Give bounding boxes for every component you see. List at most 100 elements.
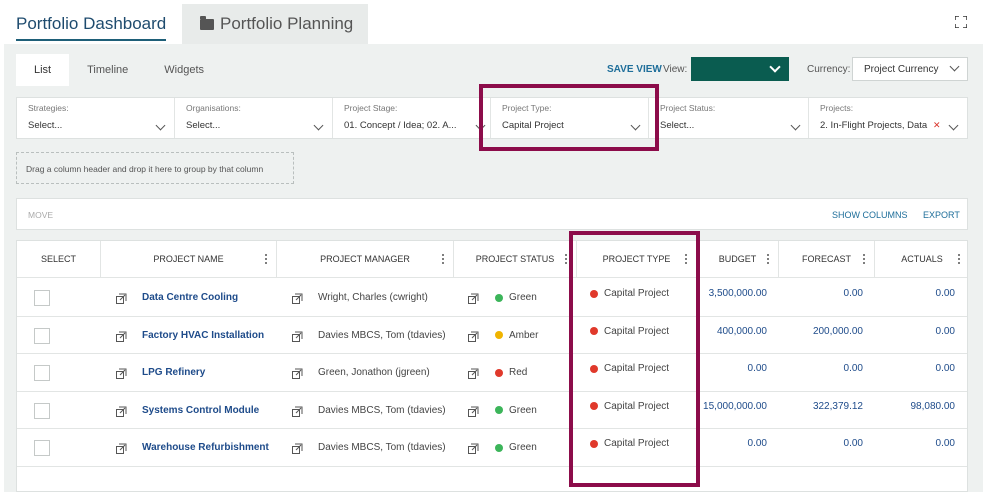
filter-project-type[interactable]: Project Type: Capital Project — [491, 98, 649, 138]
filter-label: Project Stage: — [344, 103, 398, 113]
row-select-checkbox[interactable] — [34, 402, 50, 419]
project-name-link[interactable]: Systems Control Module — [142, 392, 272, 429]
grid-toolbar: MOVE SHOW COLUMNS EXPORT — [16, 198, 968, 230]
subtab-widgets[interactable]: Widgets — [146, 54, 222, 86]
table-row[interactable]: Warehouse Refurbishment Davies MBCS, Tom … — [17, 429, 967, 467]
open-link-icon[interactable] — [115, 367, 127, 379]
project-name-link[interactable]: LPG Refinery — [142, 354, 272, 391]
group-by-drop-zone[interactable]: Drag a column header and drop it here to… — [16, 152, 294, 184]
table-row[interactable]: Data Centre Cooling Wright, Charles (cwri… — [17, 279, 967, 317]
open-link-icon[interactable] — [115, 330, 127, 342]
actuals-cell: 0.00 — [935, 438, 955, 449]
project-status-cell: Green — [495, 429, 575, 466]
row-select-checkbox[interactable] — [34, 327, 50, 344]
subtab-list[interactable]: List — [16, 54, 70, 86]
projects-grid: SELECT PROJECT NAME PROJECT MANAGER PROJ… — [16, 240, 968, 492]
status-dot-icon — [495, 406, 503, 414]
column-menu-icon[interactable] — [565, 254, 567, 264]
project-type-text: Capital Project — [604, 288, 670, 299]
open-link-icon[interactable] — [467, 367, 479, 379]
column-menu-icon[interactable] — [767, 254, 769, 264]
budget-cell: 3,500,000.00 — [708, 288, 767, 299]
open-link-icon[interactable] — [291, 292, 303, 304]
filter-project-status[interactable]: Project Status: Select... — [649, 98, 809, 138]
column-header-project-manager[interactable]: PROJECT MANAGER — [277, 241, 454, 278]
column-menu-icon[interactable] — [863, 254, 865, 264]
move-button[interactable]: MOVE — [28, 210, 53, 220]
open-link-icon[interactable] — [115, 292, 127, 304]
open-link-icon[interactable] — [467, 405, 479, 417]
open-link-icon[interactable] — [291, 405, 303, 417]
open-link-icon[interactable] — [291, 442, 303, 454]
column-header-select[interactable]: SELECT — [17, 241, 101, 278]
column-header-actuals[interactable]: ACTUALS — [875, 241, 967, 278]
row-select-checkbox[interactable] — [34, 290, 50, 306]
filter-projects[interactable]: Projects: 2. In-Flight Projects, Data ✕ — [809, 98, 967, 138]
project-type-text: Capital Project — [604, 400, 670, 412]
project-type-dot-icon — [590, 327, 598, 335]
project-status-text: Green — [509, 292, 537, 303]
open-link-icon[interactable] — [291, 367, 303, 379]
project-name-link[interactable]: Data Centre Cooling — [142, 279, 272, 316]
status-dot-icon — [495, 368, 503, 377]
open-link-icon[interactable] — [467, 442, 479, 454]
forecast-cell: 0.00 — [843, 363, 863, 374]
open-link-icon[interactable] — [467, 292, 479, 304]
filter-label: Organisations: — [186, 103, 241, 113]
column-menu-icon[interactable] — [442, 254, 444, 264]
forecast-cell: 0.00 — [843, 438, 863, 449]
show-columns-button[interactable]: SHOW COLUMNS — [832, 210, 908, 220]
filter-organisations[interactable]: Organisations: Select... — [175, 98, 333, 138]
open-link-icon[interactable] — [467, 330, 479, 342]
project-manager-cell: Davies MBCS, Tom (tdavies) — [318, 404, 446, 416]
filter-label: Project Status: — [660, 103, 716, 113]
view-select[interactable] — [691, 57, 789, 81]
chevron-down-icon — [313, 120, 324, 131]
clear-icon[interactable]: ✕ — [933, 120, 941, 131]
save-view-button[interactable]: SAVE VIEW — [607, 64, 662, 75]
open-link-icon[interactable] — [291, 330, 303, 342]
expand-icon[interactable] — [955, 16, 967, 28]
open-link-icon[interactable] — [115, 405, 127, 417]
filter-label: Strategies: — [28, 103, 69, 113]
filter-strategies[interactable]: Strategies: Select... — [17, 98, 175, 138]
column-header-project-status[interactable]: PROJECT STATUS — [454, 241, 577, 278]
project-type-dot-icon — [590, 289, 598, 298]
row-select-checkbox[interactable] — [34, 440, 50, 456]
tab-portfolio-planning[interactable]: Portfolio Planning — [182, 4, 368, 44]
column-header-project-type[interactable]: PROJECT TYPE — [577, 241, 697, 278]
tab-portfolio-dashboard[interactable]: Portfolio Dashboard — [4, 4, 182, 44]
column-menu-icon[interactable] — [958, 254, 960, 264]
currency-select[interactable]: Project Currency — [852, 57, 968, 81]
tab-portfolio-planning-label: Portfolio Planning — [220, 14, 354, 33]
column-header-forecast[interactable]: FORECAST — [779, 241, 875, 278]
currency-label: Currency: — [807, 64, 851, 75]
project-name-link[interactable]: Factory HVAC Installation — [142, 317, 272, 354]
project-type-cell: Capital Project — [590, 425, 695, 462]
column-header-label: SELECT — [40, 254, 76, 264]
project-name-link[interactable]: Warehouse Refurbishment — [142, 429, 272, 466]
top-tab-bar: Portfolio Dashboard Portfolio Planning — [0, 0, 983, 44]
table-row[interactable]: Factory HVAC Installation Davies MBCS, To… — [17, 317, 967, 354]
project-manager-cell: Wright, Charles (cwright) — [318, 292, 428, 303]
filter-bar: Strategies: Select... Organisations: Sel… — [16, 97, 968, 139]
column-menu-icon[interactable] — [265, 254, 267, 264]
subtab-timeline[interactable]: Timeline — [69, 54, 146, 86]
forecast-cell: 322,379.12 — [812, 400, 863, 412]
table-row[interactable]: LPG Refinery Green, Jonathon (jgreen) Red C… — [17, 354, 967, 392]
view-label: View: — [663, 64, 688, 75]
chevron-down-icon — [475, 120, 486, 131]
folder-icon — [200, 15, 214, 30]
filter-project-stage[interactable]: Project Stage: 01. Concept / Idea; 02. A… — [333, 98, 491, 138]
column-header-project-name[interactable]: PROJECT NAME — [101, 241, 277, 278]
filter-value: 2. In-Flight Projects, Data — [820, 120, 928, 131]
project-manager-cell: Green, Jonathon (jgreen) — [318, 367, 430, 378]
column-header-budget[interactable]: BUDGET — [697, 241, 779, 278]
export-button[interactable]: EXPORT — [923, 210, 960, 220]
table-row[interactable]: Systems Control Module Davies MBCS, Tom (… — [17, 392, 967, 429]
column-menu-icon[interactable] — [685, 254, 687, 264]
open-link-icon[interactable] — [115, 442, 127, 454]
project-type-text: Capital Project — [604, 363, 670, 374]
row-select-checkbox[interactable] — [34, 365, 50, 381]
filter-value: Select... — [660, 120, 695, 131]
